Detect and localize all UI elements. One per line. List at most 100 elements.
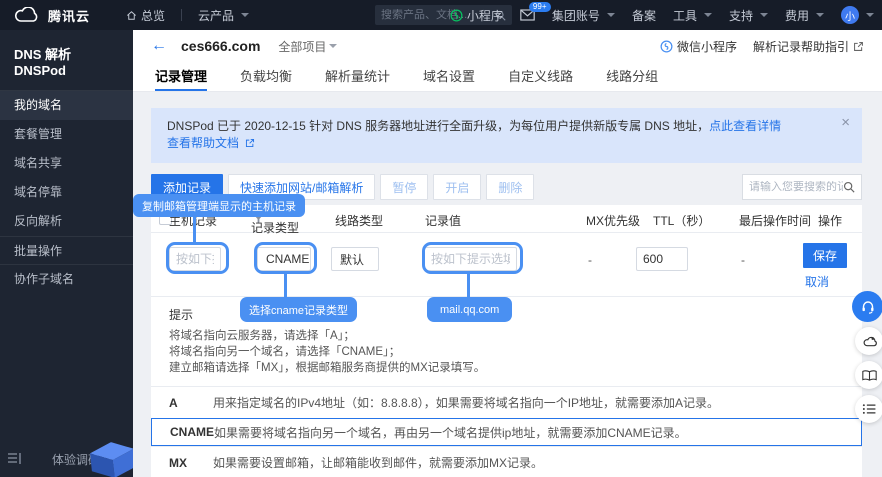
chevron-down-icon [816, 13, 824, 17]
record-type-row-cname[interactable]: CNAME 如果需要将域名指向另一个域名，再由另一个域名提供ip地址，就需要添加… [151, 418, 862, 446]
messages-button[interactable]: 99+ [520, 9, 535, 21]
notice-banner: DNSPod 已于 2020-12-15 针对 DNS 服务器地址进行全面升级，… [151, 108, 862, 163]
sidebar-item-collaborator-subdomains[interactable]: 协作子域名 [0, 265, 133, 294]
callout-connector [193, 217, 196, 243]
external-link-icon [853, 41, 864, 52]
tip-line: 将域名指向另一个域名，请选择「CNAME」； [169, 344, 844, 360]
headset-icon [860, 299, 876, 315]
brand-name[interactable]: 腾讯云 [48, 6, 90, 25]
sidebar-item-batch-operations[interactable]: 批量操作 [0, 236, 133, 265]
cancel-link[interactable]: 取消 [805, 273, 829, 290]
record-search[interactable] [742, 174, 862, 200]
menu-billing[interactable]: 费用 [785, 7, 824, 24]
menu-icp[interactable]: 备案 [632, 7, 656, 24]
tencent-cloud-logo-icon[interactable] [12, 7, 38, 23]
collapse-sidebar-icon[interactable] [8, 453, 21, 467]
tab-line-groups[interactable]: 线路分组 [606, 62, 658, 91]
docs-button[interactable] [855, 361, 882, 389]
delete-button[interactable]: 删除 [486, 174, 534, 200]
tab-bar: 记录管理 负载均衡 解析量统计 域名设置 自定义线路 线路分组 [133, 62, 882, 92]
wechat-mini-program-link[interactable]: 微信小程序 [660, 38, 737, 55]
page-title: ces666.com [181, 38, 260, 54]
sidebar-item-domain-parking[interactable]: 域名停靠 [0, 178, 133, 207]
sidebar: DNS 解析 DNSPod 我的域名 套餐管理 域名共享 域名停靠 反向解析 批… [0, 30, 133, 477]
callout-host-record: 复制邮箱管理端显示的主机记录 [133, 194, 305, 217]
tab-domain-settings[interactable]: 域名设置 [423, 62, 475, 91]
sidebar-item-plan-management[interactable]: 套餐管理 [0, 120, 133, 149]
tab-load-balancing[interactable]: 负载均衡 [240, 62, 292, 91]
ttl-input[interactable] [636, 247, 688, 271]
save-button[interactable]: 保存 [803, 243, 847, 268]
cloud-icon [862, 335, 877, 348]
menu-tools[interactable]: 工具 [673, 7, 712, 24]
record-value-input[interactable] [424, 247, 517, 271]
external-link-icon [245, 138, 255, 148]
sidebar-footer: 体验调研 [0, 443, 133, 477]
sidebar-item-reverse-dns[interactable]: 反向解析 [0, 207, 133, 236]
banner-close-icon[interactable]: × [841, 114, 850, 131]
nav-overview[interactable]: 总览 [126, 7, 165, 24]
record-type-row-mx[interactable]: MX 如果需要设置邮箱，让邮箱能收到邮件，就需要添加MX记录。 [151, 446, 862, 477]
open-book-icon [862, 369, 877, 382]
mini-program-icon [450, 9, 463, 22]
menu-group-account[interactable]: 集团账号 [552, 7, 615, 24]
avatar[interactable]: 小 [841, 6, 859, 24]
tab-resolution-stats[interactable]: 解析量统计 [325, 62, 390, 91]
account-menu[interactable]: 小 [841, 6, 874, 24]
chevron-down-icon [607, 13, 615, 17]
record-type-table: A 用来指定域名的IPv4地址（如：8.8.8.8），如果需要将域名指向一个IP… [151, 386, 862, 477]
tab-record-management[interactable]: 记录管理 [155, 62, 207, 91]
record-type-row-a[interactable]: A 用来指定域名的IPv4地址（如：8.8.8.8），如果需要将域名指向一个IP… [151, 386, 862, 418]
main-area: ← ces666.com 全部项目 微信小程序 解析记录帮助指引 记录管理 负载… [133, 30, 882, 477]
project-filter[interactable]: 全部项目 [278, 38, 337, 55]
tab-custom-lines[interactable]: 自定义线路 [508, 62, 573, 91]
tip-line: 建立邮箱请选择「MX」，根据邮箱服务商提供的MX记录填写。 [169, 360, 844, 376]
banner-detail-link[interactable]: 点此查看详情 [709, 119, 781, 133]
record-search-input[interactable] [749, 181, 843, 193]
customer-service-button[interactable] [852, 291, 882, 322]
back-button[interactable]: ← [151, 38, 167, 54]
content-area: DNSPod 已于 2020-12-15 针对 DNS 服务器地址进行全面升级，… [133, 92, 882, 477]
banner-doc-link[interactable]: 查看帮助文档 [167, 136, 239, 150]
divider [181, 9, 182, 21]
chevron-down-icon [866, 13, 874, 17]
chevron-down-icon [329, 44, 337, 48]
home-icon [126, 10, 137, 21]
col-value: 记录值 [425, 212, 461, 229]
topbar: 腾讯云 总览 云产品 小程序 99+ 集团账号 备案 工具 支持 费用 小 [0, 0, 882, 30]
callout-mail-value: mail.qq.com [427, 297, 512, 322]
menu-support[interactable]: 支持 [729, 7, 768, 24]
callout-select-cname: 选择cname记录类型 [240, 297, 357, 322]
mini-program-icon [660, 40, 673, 53]
last-op-time-value: - [741, 253, 745, 267]
sidebar-item-my-domains[interactable]: 我的域名 [0, 91, 133, 120]
mini-program-entry[interactable]: 小程序 [450, 7, 503, 24]
tip-line: 将域名指向云服务器，请选择「A」； [169, 328, 844, 344]
page-header: ← ces666.com 全部项目 微信小程序 解析记录帮助指引 [133, 30, 882, 62]
record-help-guide-link[interactable]: 解析记录帮助指引 [753, 38, 864, 55]
sidebar-item-domain-sharing[interactable]: 域名共享 [0, 149, 133, 178]
chevron-down-icon [760, 13, 768, 17]
line-type-select[interactable]: 默认 [331, 247, 379, 271]
callout-connector [284, 274, 287, 298]
col-line: 线路类型 [335, 212, 383, 229]
list-icon [862, 403, 876, 415]
col-ttl: TTL（秒） [653, 212, 710, 229]
mx-priority-value: - [588, 253, 592, 267]
col-mx: MX优先级 [586, 212, 640, 229]
nav-products[interactable]: 云产品 [198, 7, 249, 24]
record-type-select[interactable]: CNAME [257, 247, 311, 271]
host-record-input[interactable] [169, 247, 221, 271]
decorative-cube-graphic [87, 440, 133, 477]
chevron-down-icon [241, 13, 249, 17]
banner-text: DNSPod 已于 2020-12-15 针对 DNS 服务器地址进行全面升级，… [167, 119, 709, 133]
list-menu-button[interactable] [855, 395, 882, 423]
pause-button[interactable]: 暂停 [380, 174, 428, 200]
enable-button[interactable]: 开启 [433, 174, 481, 200]
col-actions: 操作 [818, 212, 842, 229]
col-last-op: 最后操作时间 [739, 212, 811, 229]
feedback-button[interactable] [855, 327, 882, 355]
callout-connector [467, 274, 470, 298]
search-icon[interactable] [843, 181, 855, 193]
sidebar-title: DNS 解析 DNSPod [0, 30, 133, 91]
